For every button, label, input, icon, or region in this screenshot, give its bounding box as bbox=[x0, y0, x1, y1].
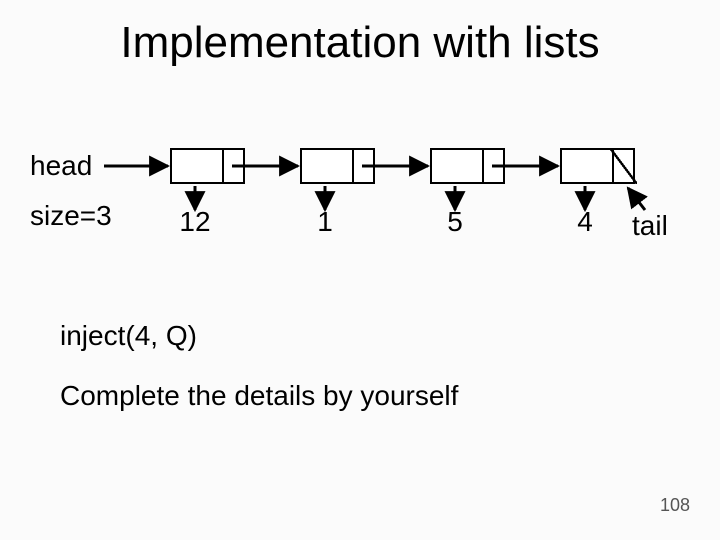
inject-call: inject(4, Q) bbox=[60, 320, 197, 352]
list-node bbox=[170, 148, 245, 184]
node-value: 12 bbox=[175, 206, 215, 238]
node-value: 5 bbox=[442, 206, 468, 238]
slide-title: Implementation with lists bbox=[0, 18, 720, 68]
head-label: head bbox=[30, 150, 92, 182]
node-value: 1 bbox=[312, 206, 338, 238]
size-label: size=3 bbox=[30, 200, 112, 232]
tail-label: tail bbox=[632, 210, 668, 242]
node-value: 4 bbox=[572, 206, 598, 238]
list-node bbox=[300, 148, 375, 184]
page-number: 108 bbox=[660, 495, 690, 516]
null-pointer-icon bbox=[612, 150, 633, 182]
arrows-layer bbox=[0, 0, 720, 540]
list-node bbox=[430, 148, 505, 184]
list-node bbox=[560, 148, 635, 184]
instruction: Complete the details by yourself bbox=[60, 380, 458, 412]
